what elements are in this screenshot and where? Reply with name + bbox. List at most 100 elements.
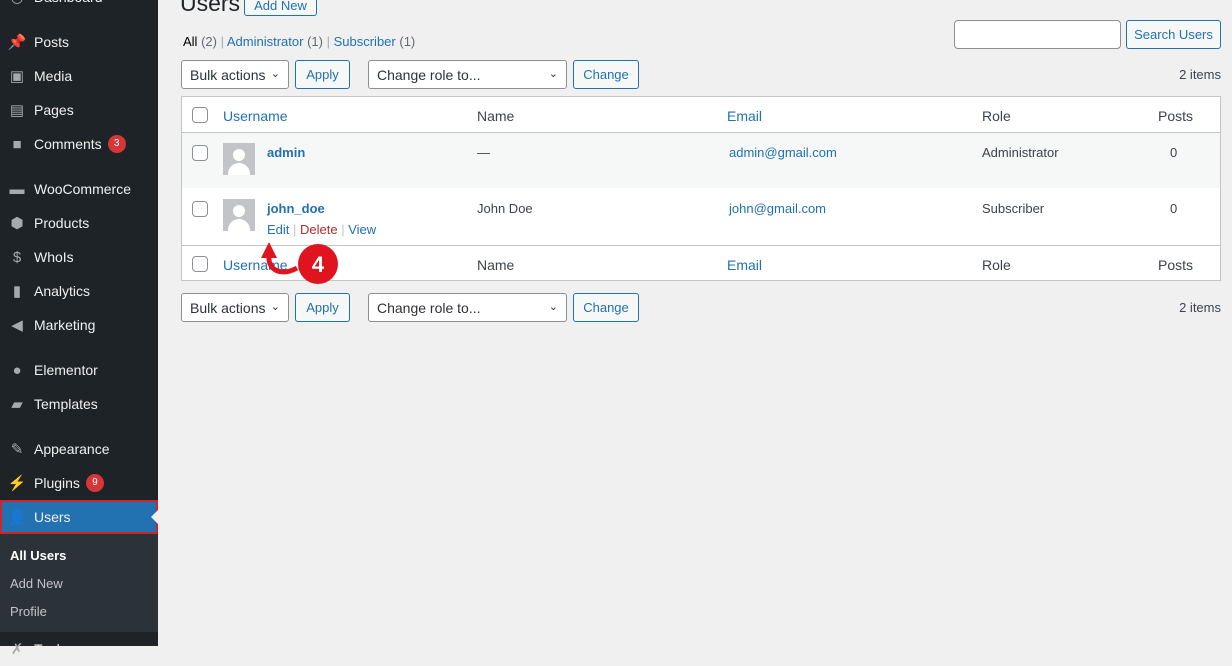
column-username[interactable]: Username: [223, 108, 288, 124]
change-role-select[interactable]: Change role to... ⌄: [368, 60, 567, 89]
count: (1): [399, 34, 416, 49]
change-button[interactable]: Change: [573, 293, 639, 322]
delete-link[interactable]: Delete: [300, 222, 338, 237]
arrow-head-icon: [261, 242, 277, 258]
column-email[interactable]: Email: [727, 257, 762, 273]
sidebar-item-label: Templates: [34, 396, 98, 412]
apply-button[interactable]: Apply: [295, 293, 350, 322]
edit-link[interactable]: Edit: [267, 222, 289, 237]
items-count: 2 items: [1179, 67, 1221, 82]
search-users-button[interactable]: Search Users: [1126, 20, 1221, 49]
column-name: Name: [477, 108, 515, 124]
posts-cell: 0: [1170, 201, 1178, 216]
email-link[interactable]: john@gmail.com: [729, 201, 826, 216]
elementor-icon: ●: [12, 361, 22, 379]
view-link[interactable]: View: [348, 222, 376, 237]
megaphone-icon: ◀: [11, 317, 23, 334]
sidebar-item-label: Users: [34, 509, 71, 525]
sidebar-item-label: Elementor: [34, 362, 98, 378]
sidebar-item-woocommerce[interactable]: ▬ WooCommerce: [0, 172, 158, 206]
media-icon: ▣: [9, 68, 25, 85]
avatar: [223, 143, 255, 175]
sidebar-item-label: Comments: [34, 136, 102, 152]
comment-icon: ■: [12, 135, 22, 153]
sidebar-item-products[interactable]: ⬢ Products: [0, 206, 158, 240]
sidebar-item-label: Tools: [34, 641, 67, 657]
avatar: [223, 199, 255, 231]
sidebar-item-label: Dashboard: [34, 0, 103, 5]
sidebar-item-dashboard[interactable]: ◷Dashboard: [0, 0, 158, 14]
bulk-actions-label: Bulk actions: [190, 299, 266, 316]
add-new-button[interactable]: Add New: [244, 0, 317, 16]
role-cell: Administrator: [982, 145, 1059, 160]
sidebar-item-label: WhoIs: [34, 249, 74, 265]
count-badge: 9: [85, 474, 104, 492]
table-row: admin — admin@gmail.com Administrator 0: [182, 133, 1220, 188]
sidebar-item-label: Appearance: [34, 441, 110, 457]
folder-icon: ▰: [11, 396, 23, 413]
sidebar-item-label: WooCommerce: [34, 181, 131, 197]
woo-icon: ▬: [9, 180, 25, 198]
bulk-actions-select[interactable]: Bulk actions ⌄: [181, 60, 289, 89]
current-indicator: [151, 510, 158, 524]
change-role-select[interactable]: Change role to... ⌄: [368, 293, 567, 322]
filter-all[interactable]: All: [183, 34, 197, 49]
step-annotation: 4: [261, 242, 338, 284]
change-role-label: Change role to...: [377, 299, 481, 316]
sidebar-item-label: Posts: [34, 34, 70, 50]
pages-icon: ▤: [9, 102, 25, 119]
filter-administrator[interactable]: Administrator: [227, 34, 304, 49]
row-checkbox[interactable]: [192, 201, 208, 217]
sidebar-item-appearance[interactable]: ✎ Appearance: [0, 432, 158, 466]
select-all-checkbox[interactable]: [192, 256, 208, 272]
username-link[interactable]: admin: [267, 145, 305, 160]
table-header: Username Name Email Role Posts: [182, 97, 1220, 133]
filter-subscriber[interactable]: Subscriber: [334, 34, 396, 49]
role-cell: Subscriber: [982, 201, 1045, 216]
wrench-icon: ✗: [10, 641, 24, 658]
row-checkbox[interactable]: [192, 145, 208, 161]
sidebar-item-analytics[interactable]: ▮ Analytics: [0, 274, 158, 308]
sidebar-item-users[interactable]: 👤 Users: [0, 500, 158, 534]
sidebar-item-comments[interactable]: ■ Comments 3: [0, 127, 158, 161]
sidebar-item-posts[interactable]: 📌 Posts: [0, 25, 158, 59]
apply-button[interactable]: Apply: [295, 60, 350, 89]
count-badge: 3: [107, 135, 126, 153]
column-name: Name: [477, 257, 515, 273]
chevron-down-icon: ⌄: [270, 68, 280, 80]
search-input[interactable]: [954, 20, 1121, 49]
bulk-actions-select[interactable]: Bulk actions ⌄: [181, 293, 289, 322]
brush-icon: ✎: [10, 441, 24, 458]
column-role: Role: [982, 257, 1011, 273]
column-posts: Posts: [1158, 108, 1194, 124]
email-link[interactable]: admin@gmail.com: [729, 145, 837, 160]
submenu-add-new[interactable]: Add New: [10, 576, 63, 591]
sidebar-item-label: Analytics: [34, 283, 91, 299]
box-icon: ⬢: [10, 215, 24, 232]
users-submenu: All Users Add New Profile: [0, 534, 158, 632]
change-button[interactable]: Change: [573, 60, 639, 89]
pin-icon: 📌: [7, 34, 27, 51]
sidebar-item-elementor[interactable]: ● Elementor: [0, 353, 158, 387]
sidebar-item-media[interactable]: ▣ Media: [0, 59, 158, 93]
sidebar-item-plugins[interactable]: ⚡ Plugins 9: [0, 466, 158, 500]
change-role-label: Change role to...: [377, 66, 481, 83]
submenu-all-users[interactable]: All Users: [10, 548, 66, 563]
sidebar-item-label: Media: [34, 68, 73, 84]
user-icon: 👤: [7, 509, 27, 526]
submenu-profile[interactable]: Profile: [10, 604, 47, 619]
chevron-down-icon: ⌄: [548, 68, 558, 80]
dashboard-icon: ◷: [0, 0, 34, 6]
username-link[interactable]: john_doe: [267, 201, 325, 216]
sidebar-item-label: Marketing: [34, 317, 96, 333]
sidebar-item-pages[interactable]: ▤ Pages: [0, 93, 158, 127]
sidebar-item-marketing[interactable]: ◀ Marketing: [0, 308, 158, 342]
sidebar-item-whois[interactable]: $ WhoIs: [0, 240, 158, 274]
sidebar-item-tools[interactable]: ✗ Tools: [0, 632, 158, 666]
select-all-checkbox[interactable]: [192, 107, 208, 123]
sidebar-item-templates[interactable]: ▰ Templates: [0, 387, 158, 421]
name-cell: John Doe: [477, 201, 533, 216]
column-email[interactable]: Email: [727, 108, 762, 124]
count: (1): [307, 34, 323, 49]
column-role: Role: [982, 108, 1011, 124]
